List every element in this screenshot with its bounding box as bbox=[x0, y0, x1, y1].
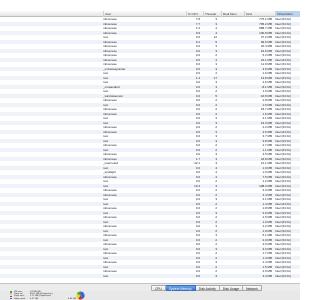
process-table[interactable]: mbvenese 7.8 3 775.1 MB Intel (64 bit) mbvene… bbox=[0, 17, 300, 282]
process-virtual-mem: 3.3 MB bbox=[262, 273, 272, 278]
monitor-tab-bar: CPU System Memory Disk Activity Disk Usage N… bbox=[0, 283, 300, 291]
legend-value: 4.17 GB bbox=[30, 297, 39, 300]
legend-swatch bbox=[10, 297, 12, 300]
system-memory-panel: VM size: 179.88 GB Page ins: 416.1 MB (0 by… bbox=[0, 291, 300, 300]
table-row[interactable]: root 0.0 3 3.3 MB Intel (64 bit) bbox=[0, 273, 300, 278]
legend-label: Swap used: bbox=[14, 297, 26, 300]
process-cpu: 0.0 bbox=[195, 273, 200, 278]
process-user: root bbox=[103, 273, 109, 278]
process-threads: 3 bbox=[215, 273, 217, 278]
process-kind: Intel (64 bit) bbox=[275, 273, 291, 278]
memory-pie-chart bbox=[76, 291, 85, 300]
